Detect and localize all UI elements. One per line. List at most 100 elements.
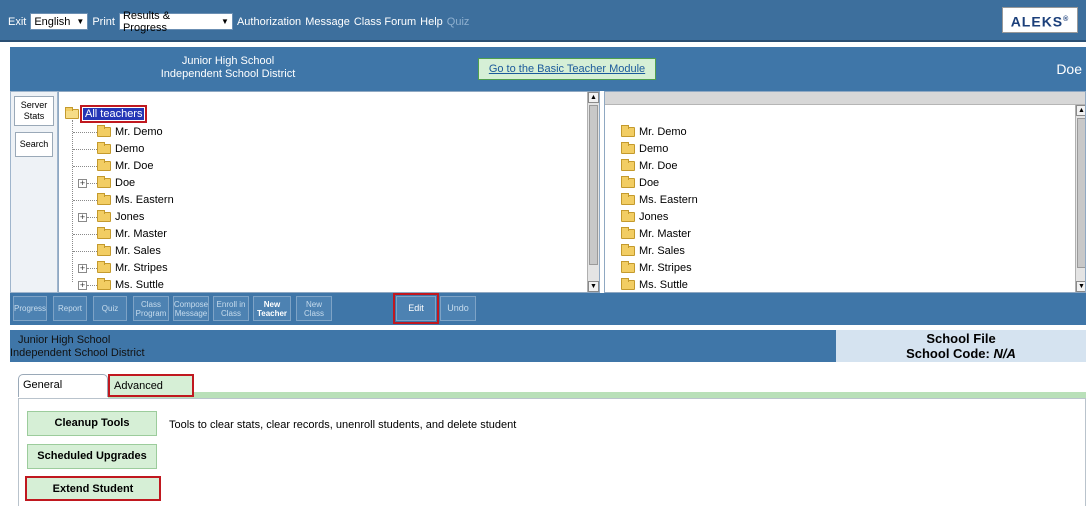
language-select[interactable]: English ▼	[30, 13, 89, 30]
progress-button[interactable]: Progress	[13, 296, 47, 321]
tree-item[interactable]: Mr. Doe	[97, 158, 154, 174]
school-name-line1: Junior High School	[181, 55, 275, 67]
report-button[interactable]: Report	[53, 296, 87, 321]
tree-item[interactable]: Jones	[97, 209, 144, 225]
list-item[interactable]: Ms. Suttle	[621, 277, 688, 292]
edit-button[interactable]: Edit	[393, 293, 439, 324]
tree-item[interactable]: Mr. Stripes	[97, 260, 168, 276]
list-item[interactable]: Mr. Doe	[621, 158, 678, 174]
tree-item[interactable]: Mr. Sales	[97, 243, 161, 259]
exit-link[interactable]: Exit	[8, 16, 26, 28]
class-program-button[interactable]: Class Program	[133, 296, 169, 321]
enroll-in-class-button[interactable]: Enroll in Class	[213, 296, 249, 321]
tree-scrollbar[interactable]: ▲ ▼	[587, 92, 599, 292]
folder-icon	[621, 176, 635, 188]
scroll-up-icon[interactable]: ▲	[1076, 105, 1085, 116]
print-link[interactable]: Print	[92, 16, 115, 28]
expand-plus-icon[interactable]: +	[78, 281, 87, 290]
list-item[interactable]: Demo	[621, 141, 668, 157]
tree-item[interactable]: Mr. Master	[97, 226, 167, 242]
expand-plus-icon[interactable]: +	[78, 179, 87, 188]
list-item[interactable]: Jones	[621, 209, 668, 225]
tree-root[interactable]: All teachers	[65, 105, 148, 123]
list-item[interactable]: Doe	[621, 175, 659, 191]
scroll-thumb[interactable]	[1077, 118, 1085, 268]
chevron-down-icon: ▼	[221, 17, 229, 26]
scroll-down-icon[interactable]: ▼	[1076, 281, 1085, 292]
list-item[interactable]: Mr. Stripes	[621, 260, 692, 276]
aleks-logo: ALEKS®	[1002, 7, 1078, 33]
teacher-list-panel: Mr. Demo Demo Mr. Doe Doe Ms. Eastern Jo…	[604, 91, 1086, 293]
new-teacher-button[interactable]: New Teacher	[253, 296, 291, 321]
report-select[interactable]: Results & Progress ▼	[118, 10, 233, 34]
extend-student-accounts-button[interactable]: Extend Student Accounts	[25, 476, 161, 501]
folder-icon	[97, 244, 111, 256]
language-value: English	[34, 15, 71, 28]
list-item[interactable]: Ms. Eastern	[621, 192, 698, 208]
folder-icon	[621, 159, 635, 171]
top-menu-bar: Exit English ▼ Print Results & Progress …	[0, 0, 1086, 42]
horizontal-scrollbar[interactable]	[605, 92, 1085, 105]
school-name: Junior High School Independent School Di…	[130, 55, 326, 81]
school-header: Junior High School Independent School Di…	[10, 47, 1086, 91]
scroll-down-icon[interactable]: ▼	[588, 281, 599, 292]
cleanup-tools-description: Tools to clear stats, clear records, une…	[169, 419, 517, 431]
folder-icon	[97, 176, 111, 188]
folder-icon	[97, 125, 111, 137]
list-scrollbar[interactable]: ▲ ▼	[1075, 105, 1085, 292]
message-link[interactable]: Message	[305, 16, 350, 28]
tree-item[interactable]: Mr. Demo	[97, 124, 163, 140]
authorization-link[interactable]: Authorization	[237, 16, 301, 28]
tab-general[interactable]: General	[18, 374, 108, 397]
folder-icon	[621, 261, 635, 273]
server-stats-button[interactable]: Server Stats	[14, 96, 54, 126]
class-forum-link[interactable]: Class Forum	[354, 16, 416, 28]
tree-item[interactable]: Demo	[97, 141, 144, 157]
list-item[interactable]: Mr. Sales	[621, 243, 685, 259]
expand-plus-icon[interactable]: +	[78, 264, 87, 273]
tree-item[interactable]: Doe	[97, 175, 135, 191]
help-link[interactable]: Help	[420, 16, 443, 28]
tree-item[interactable]: Ms. Eastern	[97, 192, 174, 208]
search-button[interactable]: Search	[15, 132, 53, 157]
quiz-link: Quiz	[446, 15, 470, 28]
folder-icon	[621, 193, 635, 205]
folder-icon	[97, 261, 111, 273]
side-button-column: Server Stats Search	[10, 91, 58, 293]
tree-root-label: All teachers	[79, 105, 148, 123]
school-name-line2: Independent School District	[160, 68, 296, 80]
school-file-title: School File	[926, 331, 996, 346]
scheduled-upgrades-button[interactable]: Scheduled Upgrades	[27, 444, 157, 469]
school-file-info: School File School Code: N/A	[836, 330, 1086, 362]
basic-teacher-module-button[interactable]: Go to the Basic Teacher Module	[478, 58, 656, 80]
cleanup-tools-button[interactable]: Cleanup Tools	[27, 411, 157, 436]
compose-message-button[interactable]: Compose Message	[173, 296, 209, 321]
folder-icon	[621, 278, 635, 290]
new-class-button[interactable]: New Class	[296, 296, 332, 321]
folder-icon	[97, 227, 111, 239]
user-name: Doe	[1056, 61, 1082, 77]
scroll-up-icon[interactable]: ▲	[588, 92, 599, 103]
file-school-name: Junior High School Independent School Di…	[10, 334, 145, 359]
folder-icon	[97, 210, 111, 222]
report-select-value: Results & Progress	[122, 9, 171, 34]
folder-icon	[97, 142, 111, 154]
tab-bar: General Advanced	[18, 374, 1086, 397]
folder-icon	[621, 244, 635, 256]
tree-item[interactable]: Ms. Suttle	[97, 277, 164, 292]
school-file-header: Junior High School Independent School Di…	[10, 330, 836, 362]
scroll-thumb[interactable]	[589, 105, 598, 265]
quiz-button[interactable]: Quiz	[93, 296, 127, 321]
list-item[interactable]: Mr. Master	[621, 226, 691, 242]
action-toolbar: Progress Report Quiz Class Program Compo…	[10, 293, 1086, 325]
tab-advanced[interactable]: Advanced	[108, 374, 194, 397]
folder-open-icon	[65, 107, 79, 119]
undo-button[interactable]: Undo	[440, 296, 476, 321]
menu-row: Exit English ▼ Print Results & Progress …	[8, 10, 470, 34]
list-item[interactable]: Mr. Demo	[621, 124, 687, 140]
folder-icon	[621, 125, 635, 137]
advanced-tab-content: Cleanup Tools Tools to clear stats, clea…	[18, 398, 1086, 506]
expand-plus-icon[interactable]: +	[78, 213, 87, 222]
folder-icon	[97, 278, 111, 290]
tree-connector	[72, 120, 73, 282]
